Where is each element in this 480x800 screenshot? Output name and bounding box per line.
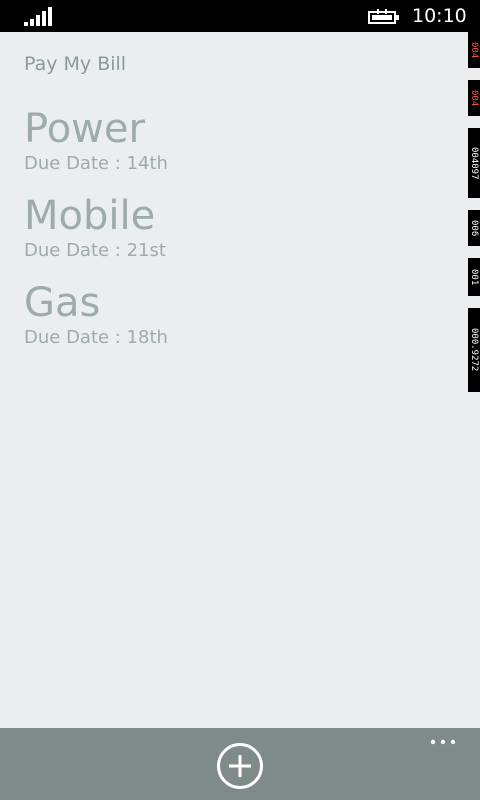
- status-clock: 10:10: [412, 5, 467, 27]
- debug-counter: 006: [468, 210, 480, 246]
- status-bar: 10:10: [0, 0, 480, 32]
- debug-counter: 004: [468, 32, 480, 68]
- app-bar: [0, 728, 480, 800]
- bill-due-date: Due Date : 18th: [24, 327, 168, 348]
- list-item[interactable]: Mobile Due Date : 21st: [24, 191, 168, 278]
- list-item[interactable]: Power Due Date : 14th: [24, 104, 168, 191]
- debug-counter: 004: [468, 80, 480, 116]
- debug-counter: 001: [468, 258, 480, 296]
- bill-name: Power: [24, 106, 145, 152]
- bill-name: Mobile: [24, 193, 156, 239]
- page-title: Pay My Bill: [24, 53, 127, 75]
- ellipsis-icon[interactable]: [428, 734, 460, 750]
- debug-counter: 004097: [468, 128, 480, 198]
- bill-due-date: Due Date : 21st: [24, 240, 166, 261]
- signal-strength-icon: [24, 7, 52, 26]
- bill-list: Power Due Date : 14th Mobile Due Date : …: [24, 104, 168, 365]
- add-circle-icon[interactable]: [216, 742, 264, 790]
- debug-counter: 000.9272: [468, 308, 480, 392]
- list-item[interactable]: Gas Due Date : 18th: [24, 278, 168, 365]
- bill-due-date: Due Date : 14th: [24, 153, 168, 174]
- bill-name: Gas: [24, 280, 101, 326]
- battery-charging-icon: [368, 9, 399, 24]
